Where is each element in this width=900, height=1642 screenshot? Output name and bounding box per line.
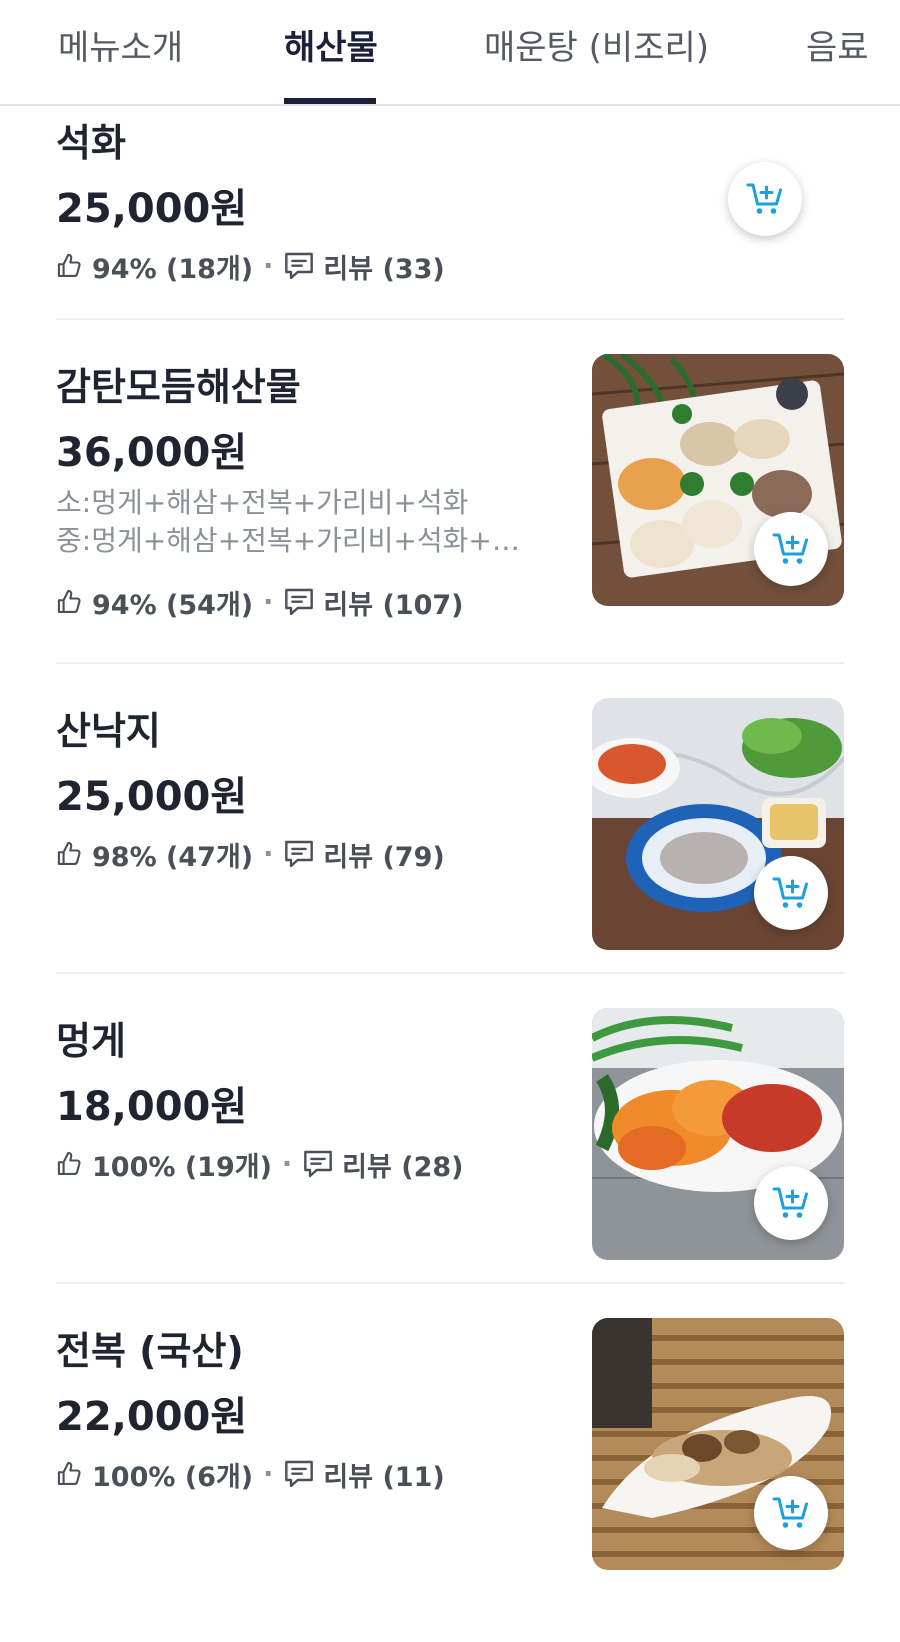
review-count[interactable]: 리뷰 (28) — [342, 1145, 463, 1184]
rating-text: 100% (19개) — [92, 1151, 272, 1183]
add-to-cart-button[interactable] — [754, 1476, 828, 1550]
menu-item-oyster[interactable]: 석화 25,000원 94% (18개) · 리뷰 (33) — [56, 106, 844, 318]
menu-item-price: 36,000원 — [56, 430, 248, 476]
description-line: 소:멍게+해삼+전복+가리비+석화 — [56, 486, 469, 519]
menu-item-price: 25,000원 — [56, 774, 248, 820]
thumbs-up-icon — [56, 1150, 84, 1178]
add-to-cart-button[interactable] — [754, 856, 828, 930]
tab-spicy-stew[interactable]: 매운탕 (비조리) — [484, 20, 709, 69]
menu-item-name: 감탄모듬해산물 — [56, 365, 301, 409]
thumbs-up-icon — [56, 588, 84, 616]
menu-item-photo[interactable] — [592, 1318, 844, 1570]
add-to-cart-button[interactable] — [754, 512, 828, 586]
separator-dot: · — [263, 1458, 274, 1490]
menu-item-stats: 100% (6개) · 리뷰 (11) — [56, 1454, 445, 1494]
category-tabbar: 메뉴소개 해산물 매운탕 (비조리) 음료 — [0, 0, 900, 106]
separator-dot: · — [281, 1148, 293, 1180]
menu-item-stats: 94% (18개) · 리뷰 (33) — [56, 246, 445, 286]
menu-item-stats: 100% (19개) · 리뷰 (28) — [56, 1144, 464, 1184]
menu-item-price: 18,000원 — [56, 1084, 248, 1130]
add-to-cart-button[interactable] — [728, 162, 802, 236]
item-divider — [56, 1282, 844, 1284]
review-count[interactable]: 리뷰 (33) — [323, 247, 444, 286]
menu-item-name: 산낙지 — [56, 709, 161, 753]
menu-item-description: 소:멍게+해삼+전복+가리비+석화 중:멍게+해삼+전복+가리비+석화+멍게+해… — [56, 484, 536, 560]
tab-drinks[interactable]: 음료 — [806, 20, 869, 69]
menu-item-name: 전복 (국산) — [56, 1329, 244, 1373]
menu-item-price: 25,000원 — [56, 186, 248, 232]
rating-text: 100% (6개) — [92, 1461, 254, 1493]
separator-dot: · — [263, 250, 274, 282]
menu-item-assorted-seafood[interactable]: 감탄모듬해산물 36,000원 소:멍게+해삼+전복+가리비+석화 중:멍게+해… — [56, 354, 844, 624]
rating-text: 94% (54개) — [92, 589, 254, 621]
menu-item-sea-squirt[interactable]: 멍게 18,000원 100% (19개) · 리뷰 (28) — [56, 1008, 844, 1260]
active-tab-indicator — [284, 98, 376, 104]
menu-item-name: 멍게 — [56, 1019, 126, 1063]
speech-bubble-icon — [283, 838, 315, 870]
menu-item-stats: 98% (47개) · 리뷰 (79) — [56, 834, 445, 874]
rating-text: 98% (47개) — [92, 841, 254, 873]
item-divider — [56, 972, 844, 974]
menu-item-abalone[interactable]: 전복 (국산) 22,000원 100% (6개) · 리뷰 (11) — [56, 1318, 844, 1570]
speech-bubble-icon — [283, 250, 315, 282]
review-count[interactable]: 리뷰 (107) — [323, 583, 463, 622]
thumbs-up-icon — [56, 252, 84, 280]
separator-dot: · — [263, 586, 274, 618]
speech-bubble-icon — [283, 586, 315, 618]
menu-item-photo[interactable] — [592, 354, 844, 606]
add-to-cart-button[interactable] — [754, 1166, 828, 1240]
description-line: 중:멍게+해삼+전복+가리비+석화+멍게+해삼+전복 — [56, 524, 536, 557]
separator-dot: · — [263, 838, 274, 870]
speech-bubble-icon — [283, 1458, 315, 1490]
review-count[interactable]: 리뷰 (11) — [323, 1455, 444, 1494]
add-to-cart-icon — [771, 873, 811, 913]
menu-item-photo[interactable] — [592, 1008, 844, 1260]
item-divider — [56, 318, 844, 320]
rating-text: 94% (18개) — [92, 253, 254, 285]
tab-seafood[interactable]: 해산물 — [284, 20, 378, 69]
item-divider — [56, 662, 844, 664]
menu-item-stats: 94% (54개) · 리뷰 (107) — [56, 582, 464, 622]
menu-item-live-octopus[interactable]: 산낙지 25,000원 98% (47개) · 리뷰 (79) — [56, 698, 844, 950]
speech-bubble-icon — [302, 1148, 334, 1180]
menu-item-photo[interactable] — [592, 698, 844, 950]
tab-menu-intro[interactable]: 메뉴소개 — [58, 20, 183, 69]
thumbs-up-icon — [56, 1460, 84, 1488]
thumbs-up-icon — [56, 840, 84, 868]
menu-item-name: 석화 — [56, 121, 126, 165]
add-to-cart-icon — [745, 179, 785, 219]
review-count[interactable]: 리뷰 (79) — [323, 835, 444, 874]
add-to-cart-icon — [771, 1183, 811, 1223]
add-to-cart-icon — [771, 529, 811, 569]
menu-item-price: 22,000원 — [56, 1394, 248, 1440]
add-to-cart-icon — [771, 1493, 811, 1533]
